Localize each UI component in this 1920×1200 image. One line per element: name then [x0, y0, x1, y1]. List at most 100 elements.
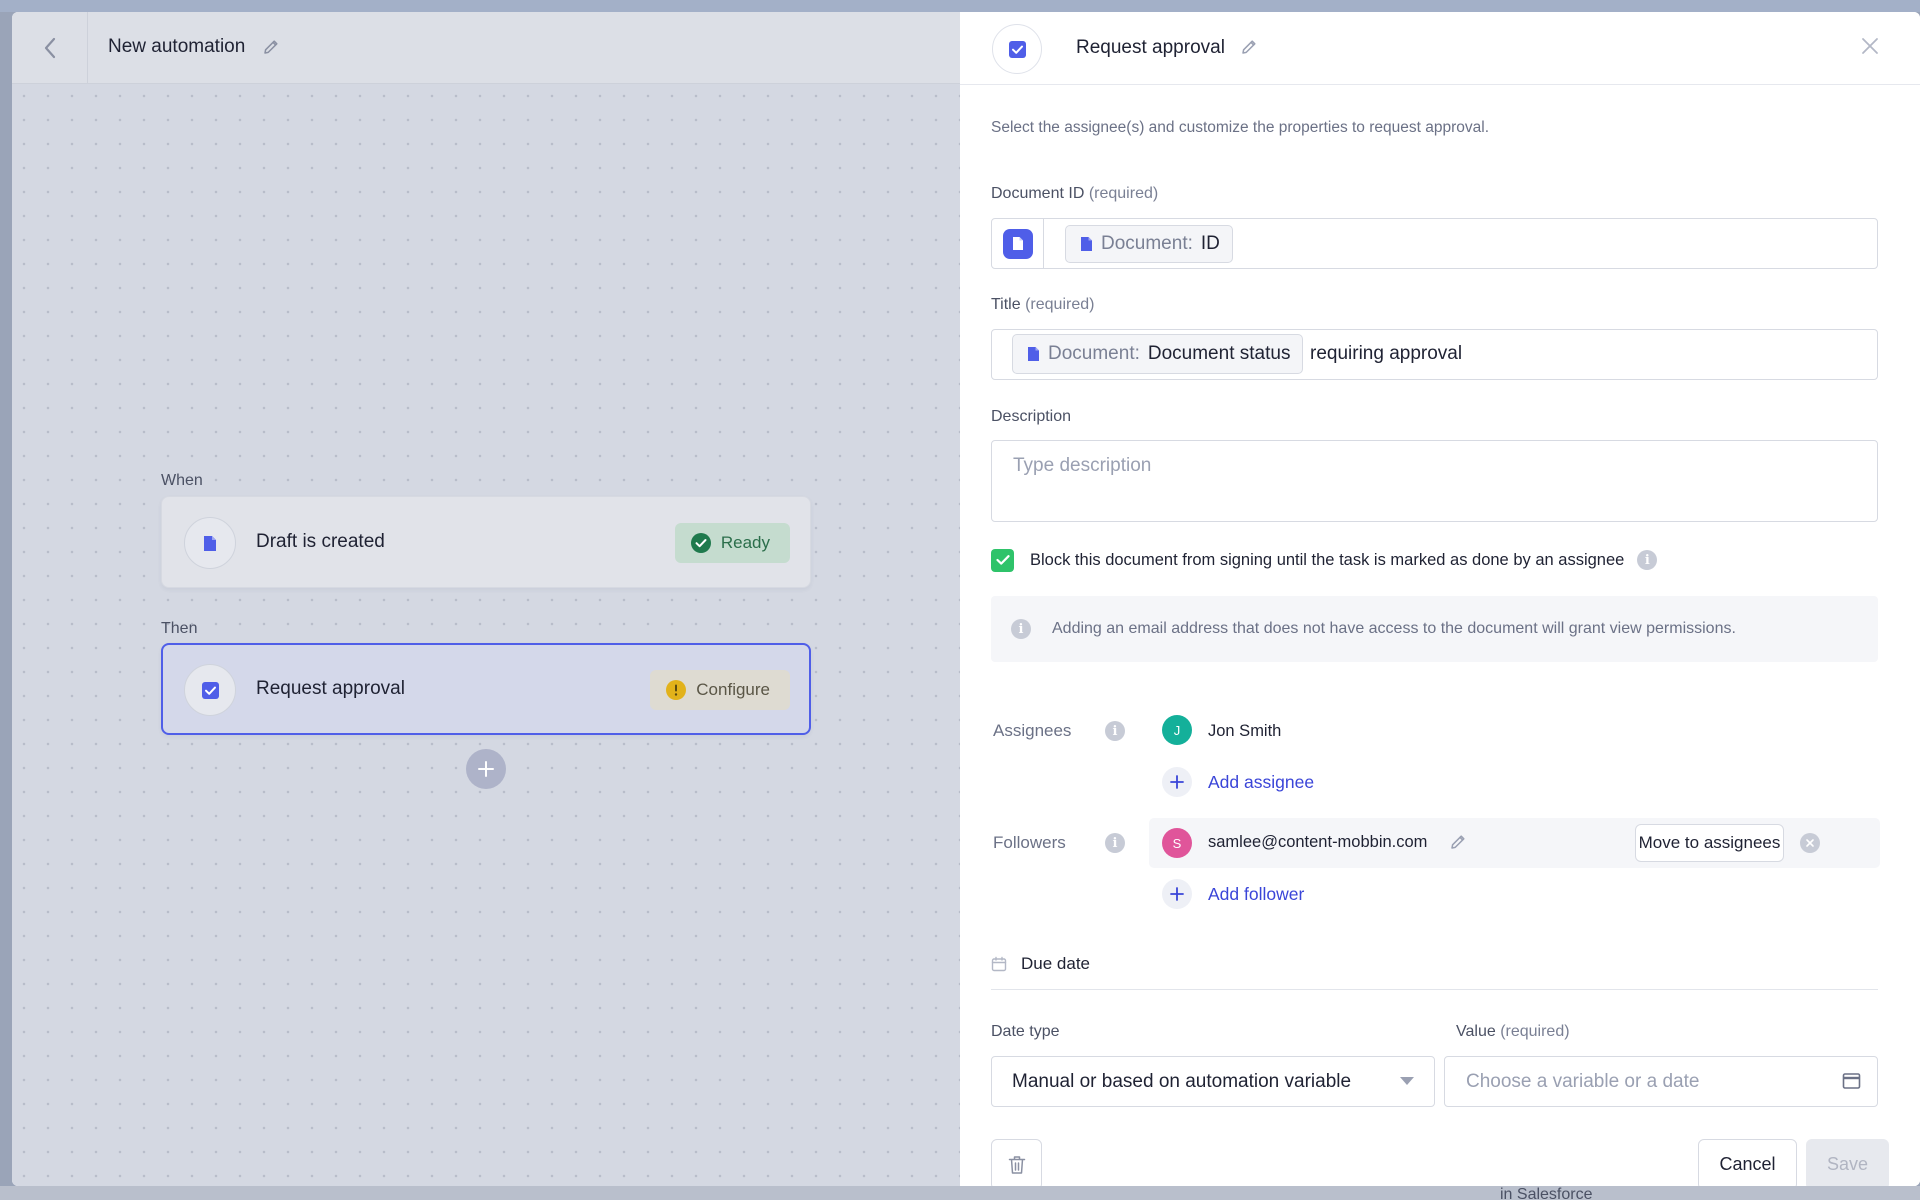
panel-icon-wrap — [992, 24, 1042, 74]
date-type-label: Date type — [991, 1023, 1060, 1040]
assignees-label: Assignees — [993, 721, 1072, 740]
document-id-label: Document ID (required) — [991, 185, 1158, 203]
checkmark-icon — [995, 555, 1010, 565]
follower-row: S samlee@content-mobbin.com Move to assi… — [1149, 818, 1880, 868]
block-signing-row: Block this document from signing until t… — [991, 548, 1658, 572]
close-icon — [1862, 38, 1878, 54]
permissions-notice: i Adding an email address that does not … — [991, 596, 1878, 662]
remove-follower-button[interactable] — [1800, 833, 1820, 853]
add-follower-label: Add follower — [1208, 883, 1305, 904]
trash-icon — [1008, 1155, 1025, 1174]
plus-icon — [1162, 879, 1192, 909]
panel-title: Request approval — [1076, 37, 1225, 58]
value-required: (required) — [1500, 1023, 1570, 1040]
panel-footer: Cancel Save — [960, 1126, 1920, 1186]
divider — [991, 989, 1878, 990]
background-bottom-strip — [0, 1186, 1920, 1200]
info-icon[interactable]: i — [1105, 721, 1125, 741]
chevron-left-icon — [44, 37, 55, 59]
automation-title: New automation — [108, 36, 246, 57]
date-type-value: Manual or based on automation variable — [1012, 1071, 1352, 1092]
title-field[interactable]: Document: Document status requiring appr… — [991, 329, 1878, 380]
document-id-field[interactable]: Document: ID — [991, 218, 1878, 269]
date-value-input[interactable]: Choose a variable or a date — [1444, 1056, 1878, 1107]
document-icon — [1081, 237, 1092, 251]
info-icon[interactable]: i — [1637, 550, 1658, 570]
date-type-select[interactable]: Manual or based on automation variable — [991, 1056, 1435, 1107]
edit-panel-title-button[interactable] — [1240, 38, 1258, 61]
description-label: Description — [991, 408, 1072, 425]
plus-icon — [1162, 767, 1192, 797]
description-placeholder: Type description — [1013, 455, 1152, 476]
action-label: Request approval — [256, 678, 405, 699]
pencil-icon — [1451, 835, 1465, 849]
configure-badge-label: Configure — [696, 680, 770, 699]
move-to-assignees-button[interactable]: Move to assignees — [1635, 824, 1784, 862]
checkbox-icon — [1008, 40, 1026, 58]
block-signing-label: Block this document from signing until t… — [1030, 550, 1625, 569]
title-required: (required) — [1025, 296, 1095, 313]
save-button[interactable]: Save — [1806, 1139, 1889, 1186]
info-icon[interactable]: i — [1105, 833, 1125, 853]
followers-label: Followers — [993, 833, 1066, 852]
add-step-button[interactable] — [466, 749, 506, 789]
add-follower-button[interactable]: Add follower — [1162, 879, 1304, 909]
date-picker-button[interactable] — [1842, 1071, 1861, 1095]
description-field[interactable]: Type description — [991, 440, 1878, 522]
background-top-strip — [0, 0, 1920, 12]
config-panel: Request approval Select the assignee(s) … — [960, 12, 1920, 1186]
value-label: Value (required) — [1456, 1023, 1570, 1041]
panel-hint: Select the assignee(s) and customize the… — [991, 119, 1489, 136]
edit-title-button[interactable] — [262, 38, 280, 61]
cancel-button[interactable]: Cancel — [1698, 1139, 1797, 1186]
assignee-name: Jon Smith — [1208, 722, 1282, 740]
check-circle-icon — [690, 533, 711, 553]
document-id-chip-value: ID — [1200, 233, 1220, 254]
configure-badge[interactable]: Configure — [650, 670, 790, 710]
add-assignee-button[interactable]: Add assignee — [1162, 767, 1314, 797]
title-chip-key: Document: — [1048, 343, 1140, 364]
action-icon-wrap — [184, 664, 236, 716]
title-label-text: Title — [991, 296, 1021, 313]
canvas-header: New automation — [12, 12, 960, 84]
close-button[interactable] — [1860, 36, 1880, 61]
block-signing-checkbox[interactable] — [991, 548, 1014, 572]
title-label: Title (required) — [991, 296, 1094, 314]
document-id-chip-key: Document: — [1101, 233, 1193, 254]
then-label: Then — [161, 620, 198, 637]
automation-editor-modal: New automation When Draft is created Rea… — [12, 12, 1920, 1186]
caret-down-icon — [1400, 1077, 1414, 1085]
document-icon — [204, 535, 216, 551]
avatar: S — [1162, 828, 1192, 858]
document-icon — [1028, 347, 1039, 361]
calendar-icon — [1842, 1073, 1861, 1089]
value-label-text: Value — [1456, 1023, 1496, 1040]
trigger-icon-wrap — [184, 517, 236, 569]
info-icon: i — [1011, 619, 1031, 639]
close-icon — [1806, 839, 1814, 847]
avatar: J — [1162, 715, 1192, 745]
due-date-label: Due date — [1021, 954, 1090, 973]
permissions-notice-text: Adding an email address that does not ha… — [1052, 620, 1736, 637]
trigger-node[interactable]: Draft is created Ready — [161, 496, 811, 588]
trigger-label: Draft is created — [256, 531, 385, 552]
document-id-prefix — [992, 219, 1044, 268]
back-button[interactable] — [12, 12, 88, 84]
checkbox-icon — [201, 681, 219, 699]
due-date-section-toggle[interactable]: Due date — [991, 952, 1090, 976]
title-chip[interactable]: Document: Document status — [1012, 334, 1304, 374]
edit-follower-button[interactable] — [1449, 833, 1467, 856]
warning-icon — [666, 680, 687, 700]
panel-header: Request approval — [960, 12, 1920, 85]
document-id-required: (required) — [1088, 185, 1159, 202]
background-partial-text: in Salesforce — [1500, 1186, 1593, 1200]
automation-canvas: New automation When Draft is created Rea… — [12, 12, 960, 1186]
ready-badge: Ready — [674, 523, 790, 563]
when-label: When — [161, 472, 203, 489]
pencil-icon — [1242, 40, 1256, 54]
document-id-chip[interactable]: Document: ID — [1065, 225, 1233, 263]
plus-icon — [478, 761, 494, 777]
action-node[interactable]: Request approval Configure — [161, 643, 811, 735]
document-icon — [1012, 237, 1023, 250]
delete-step-button[interactable] — [991, 1139, 1042, 1186]
